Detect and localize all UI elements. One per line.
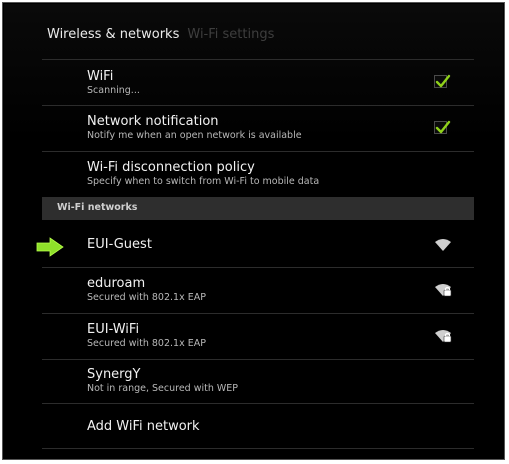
disconnection-policy-title: Wi-Fi disconnection policy <box>87 160 255 175</box>
network-ssid: SynergY <box>87 367 141 382</box>
network-ssid: EUI-WiFi <box>87 322 140 337</box>
network-notification-summary: Notify me when an open network is availa… <box>87 130 302 141</box>
network-item-synergy[interactable]: SynergY Not in range, Secured with WEP <box>42 360 474 403</box>
network-security-status: Secured with 802.1x EAP <box>87 338 206 349</box>
checkmark-icon <box>435 74 451 88</box>
divider <box>42 448 474 449</box>
network-item-eduroam[interactable]: eduroam Secured with 802.1x EAP <box>42 268 474 313</box>
wifi-disconnection-policy-row[interactable]: Wi-Fi disconnection policy Specify when … <box>42 152 474 197</box>
wifi-lock-icon <box>435 330 452 343</box>
wifi-lock-icon <box>435 284 452 297</box>
device-frame: Wireless & networks Wi-Fi settings WiFi S… <box>2 2 505 460</box>
disconnection-policy-summary: Specify when to switch from Wi-Fi to mob… <box>87 176 320 187</box>
add-wifi-network-label: Add WiFi network <box>87 419 200 434</box>
network-notification-row[interactable]: Network notification Notify me when an o… <box>42 106 474 151</box>
network-security-status: Not in range, Secured with WEP <box>87 383 239 394</box>
breadcrumb: Wireless & networks Wi-Fi settings <box>47 27 274 42</box>
wifi-networks-section-header: Wi-Fi networks <box>42 197 474 220</box>
network-notification-checkbox[interactable] <box>434 120 451 134</box>
section-header-label: Wi-Fi networks <box>57 202 138 213</box>
breadcrumb-wireless-networks[interactable]: Wireless & networks <box>47 27 179 42</box>
wifi-title: WiFi <box>87 69 114 84</box>
wifi-icon <box>435 239 451 251</box>
network-item-eui-wifi[interactable]: EUI-WiFi Secured with 802.1x EAP <box>42 314 474 359</box>
network-security-status: Secured with 802.1x EAP <box>87 292 206 303</box>
checkmark-icon <box>435 120 451 134</box>
wifi-summary: Scanning... <box>87 85 140 96</box>
wifi-toggle-row[interactable]: WiFi Scanning... <box>42 60 474 105</box>
network-item-eui-guest[interactable]: EUI-Guest <box>42 221 474 267</box>
add-wifi-network-button[interactable]: Add WiFi network <box>42 404 474 448</box>
settings-screen: Wireless & networks Wi-Fi settings WiFi S… <box>4 4 503 458</box>
breadcrumb-wifi-settings: Wi-Fi settings <box>187 27 275 42</box>
network-ssid: EUI-Guest <box>87 237 152 252</box>
network-notification-title: Network notification <box>87 114 219 129</box>
wifi-checkbox[interactable] <box>434 74 451 88</box>
network-ssid: eduroam <box>87 276 146 291</box>
